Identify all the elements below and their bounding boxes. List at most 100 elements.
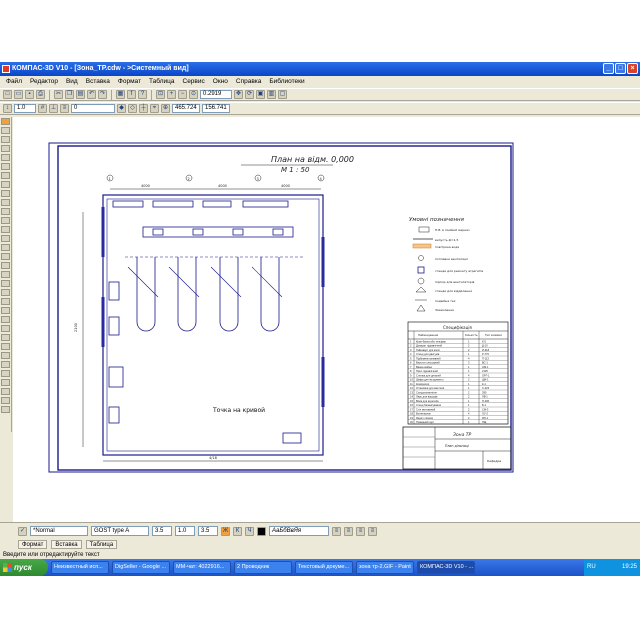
menu-table[interactable]: Таблица [149,78,175,85]
step-icon[interactable]: ↕ [3,104,12,113]
width-scale-field[interactable]: 1.0 [175,526,195,536]
measure-icon[interactable] [1,388,10,395]
menu-libraries[interactable]: Библиотеки [269,78,304,85]
align-left-icon[interactable]: ≡ [332,526,341,536]
spline-icon[interactable] [1,190,10,197]
cursor-y-field[interactable]: 156.741 [202,104,230,113]
menu-format[interactable]: Формат [118,78,141,85]
line-icon[interactable] [1,136,10,143]
pan-icon[interactable]: ✥ [234,90,243,99]
new-document-icon[interactable]: □ [3,90,12,99]
taskbar-button-active[interactable]: КОМПАС-3D V10 - ... [417,561,475,574]
local-cs-icon[interactable]: ⊥ [49,104,58,113]
title-bar[interactable]: КОМПАС-3D V10 - [Зона_ТР.cdw - >Системны… [0,62,640,76]
arc-icon[interactable] [1,154,10,161]
menu-help[interactable]: Справка [236,78,262,85]
refresh-icon[interactable]: ⟳ [245,90,254,99]
redo-icon[interactable]: ↷ [98,90,107,99]
base-icon[interactable] [1,280,10,287]
color-icon[interactable] [257,526,266,536]
scale-icon[interactable] [1,352,10,359]
mirror-icon[interactable] [1,361,10,368]
save-icon[interactable]: ▪ [25,90,34,99]
bold-icon[interactable]: Ж [221,526,230,536]
text-icon[interactable] [1,244,10,251]
cursor-x-field[interactable]: 465.724 [172,104,200,113]
tab-table[interactable]: Таблица [85,540,118,549]
snap-options-icon[interactable]: ⊕ [161,104,170,113]
tab-format[interactable]: Формат [18,540,48,549]
grid-icon[interactable]: # [38,104,47,113]
roughness-icon[interactable] [1,271,10,278]
align-center-icon[interactable]: ≡ [344,526,353,536]
justify-icon[interactable]: ≡ [368,526,377,536]
drawing-canvas[interactable]: План на відм. 0,000 М 1 : 50 1 2 3 4 400… [13,117,640,522]
zoom-window-icon[interactable]: ⊡ [156,90,165,99]
taskbar-button[interactable]: DigSeller - Google ... [112,561,170,574]
cut-icon[interactable]: ✂ [54,90,63,99]
create-object-icon[interactable]: ✓ [18,526,27,536]
taskbar-button[interactable]: зона тр-2.GIF - Paint [356,561,414,574]
circle-icon[interactable] [1,145,10,152]
zoom-previous-icon[interactable]: ⊙ [189,90,198,99]
contour-icon[interactable] [1,226,10,233]
variables-icon[interactable]: f [127,90,136,99]
menu-edit[interactable]: Редактор [30,78,58,85]
orthogonal-icon[interactable]: ┼ [139,104,148,113]
geometry-tool-icon[interactable] [1,118,10,125]
taskbar-button[interactable]: Текстовый докуме... [295,561,353,574]
move-icon[interactable] [1,334,10,341]
menu-view[interactable]: Вид [66,78,78,85]
start-button[interactable]: пуск [0,559,48,576]
menu-insert[interactable]: Вставка [86,78,110,85]
trim-icon[interactable] [1,379,10,386]
hatch-icon[interactable] [1,199,10,206]
properties-icon[interactable]: ◆ [117,104,126,113]
fillet-icon[interactable] [1,208,10,215]
layer-icon[interactable]: ≡ [60,104,69,113]
print-icon[interactable]: ⎙ [36,90,45,99]
dimension-icon[interactable] [1,235,10,242]
language-indicator[interactable]: RU [587,559,596,576]
fit-all-icon[interactable]: ▣ [256,90,265,99]
snap-icon[interactable]: ⌖ [150,104,159,113]
layer-field[interactable]: 0 [71,104,115,113]
zoom-field[interactable]: 0.2919 [200,90,232,99]
help-icon[interactable]: ? [138,90,147,99]
tab-insert[interactable]: Вставка [51,540,82,549]
underline-icon[interactable]: Ч [245,526,254,536]
step-field[interactable]: 1.0 [14,104,36,113]
rotate-icon[interactable] [1,343,10,350]
table-icon[interactable] [1,253,10,260]
layers-icon[interactable]: ▥ [267,90,276,99]
taskbar-button[interactable]: Неизвестный исп... [51,561,109,574]
copy-icon[interactable]: ❐ [65,90,74,99]
view-icon[interactable]: ▢ [278,90,287,99]
font-height-field[interactable]: 3.5 [152,526,172,536]
chamfer-icon[interactable] [1,217,10,224]
manager-icon[interactable]: ▦ [116,90,125,99]
spacing-field[interactable]: 3.5 [198,526,218,536]
ellipse-icon[interactable] [1,163,10,170]
font-select[interactable]: GOST type A [91,526,149,536]
menu-service[interactable]: Сервис [183,78,205,85]
menu-file[interactable]: Файл [6,78,22,85]
tolerance-icon[interactable] [1,289,10,296]
taskbar-button[interactable]: ММ-чат: 4022916... [173,561,231,574]
undo-icon[interactable]: ↶ [87,90,96,99]
point-icon[interactable] [1,127,10,134]
cut-line-icon[interactable] [1,307,10,314]
spec-icon[interactable] [1,406,10,413]
taskbar-button[interactable]: 2 Проводник [234,561,292,574]
rectangle-icon[interactable] [1,172,10,179]
menu-window[interactable]: Окно [213,78,228,85]
zoom-out-icon[interactable]: − [178,90,187,99]
axis-icon[interactable] [1,316,10,323]
zoom-in-icon[interactable]: + [167,90,176,99]
select-icon[interactable] [1,397,10,404]
maximize-button[interactable]: □ [615,63,626,74]
leader-icon[interactable] [1,262,10,269]
close-button[interactable]: × [627,63,638,74]
paste-icon[interactable]: ▤ [76,90,85,99]
italic-icon[interactable]: К [233,526,242,536]
